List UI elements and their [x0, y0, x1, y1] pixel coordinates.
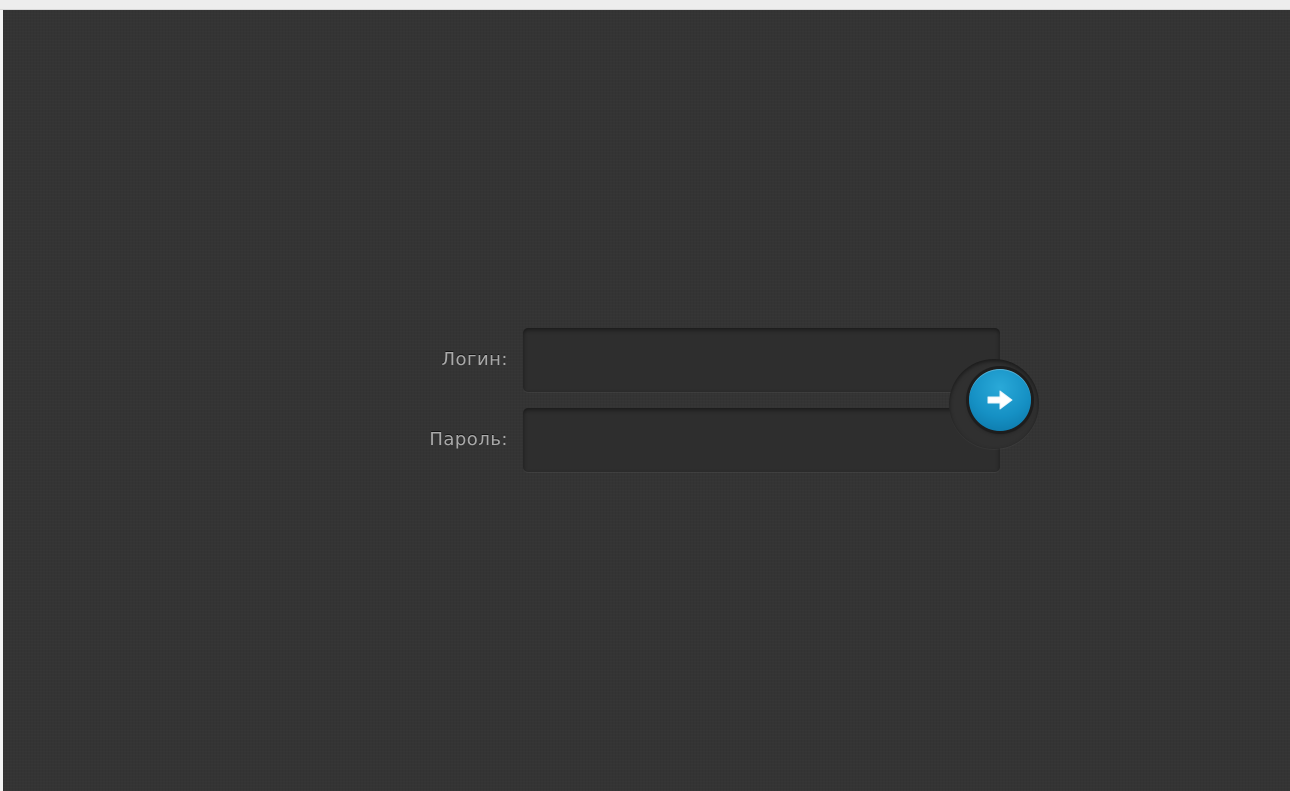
password-row: Пароль:	[3, 408, 1290, 472]
password-input[interactable]	[523, 408, 1000, 472]
login-row: Логин:	[3, 328, 1290, 392]
page-background: Логин: Пароль:	[3, 10, 1290, 791]
submit-button[interactable]	[969, 369, 1031, 431]
window-top-edge	[0, 0, 1290, 10]
login-input[interactable]	[523, 328, 1000, 392]
login-label: Логин:	[441, 349, 508, 370]
arrow-right-icon	[987, 390, 1013, 410]
password-label: Пароль:	[429, 429, 508, 450]
